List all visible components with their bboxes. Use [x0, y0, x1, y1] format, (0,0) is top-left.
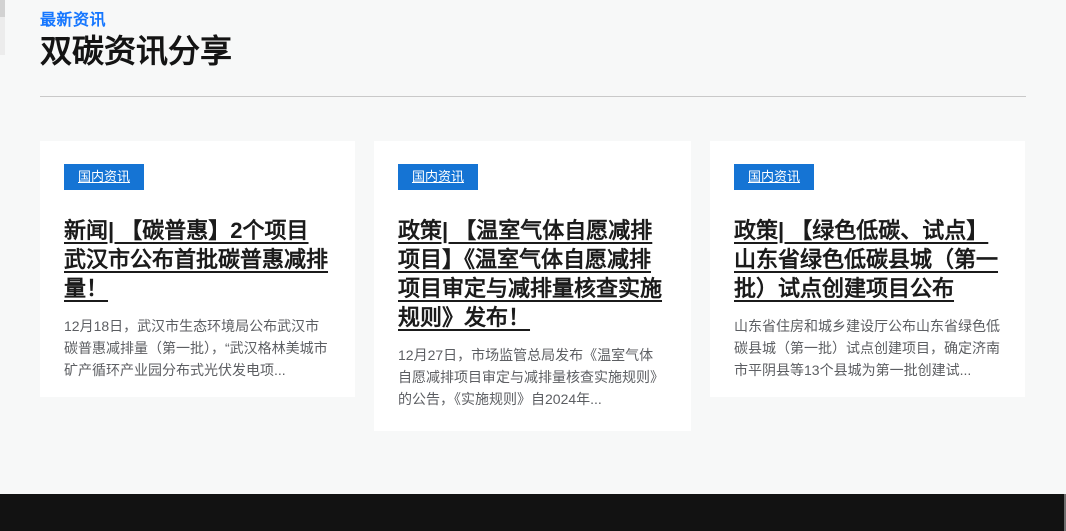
header-divider	[40, 96, 1026, 97]
category-badge[interactable]: 国内资讯	[64, 164, 144, 190]
scrollbar-thumb[interactable]	[0, 0, 5, 17]
article-excerpt: 山东省住房和城乡建设厅公布山东省绿色低碳县城（第一批）试点创建项目，确定济南市平…	[734, 315, 1001, 381]
article-excerpt: 12月27日，市场监管总局发布《温室气体自愿减排项目审定与减排量核查实施规则》的…	[398, 344, 667, 410]
footer-bar	[0, 494, 1066, 531]
news-card[interactable]: 国内资讯 政策| 【温室气体自愿减排项目】《温室气体自愿减排项目审定与减排量核查…	[374, 141, 691, 431]
article-excerpt: 12月18日，武汉市生态环境局公布武汉市碳普惠减排量（第一批），“武汉格林美城市…	[64, 315, 331, 381]
news-card[interactable]: 国内资讯 新闻| 【碳普惠】2个项目 武汉市公布首批碳普惠减排量！ 12月18日…	[40, 141, 355, 397]
scrollbar-track[interactable]	[0, 0, 5, 55]
article-title-link[interactable]: 政策| 【温室气体自愿减排项目】《温室气体自愿减排项目审定与减排量核查实施规则》…	[398, 216, 667, 332]
article-title-link[interactable]: 新闻| 【碳普惠】2个项目 武汉市公布首批碳普惠减排量！	[64, 216, 331, 303]
article-title-link[interactable]: 政策| 【绿色低碳、试点】 山东省绿色低碳县城（第一批）试点创建项目公布	[734, 216, 1001, 303]
category-badge[interactable]: 国内资讯	[398, 164, 478, 190]
news-card[interactable]: 国内资讯 政策| 【绿色低碳、试点】 山东省绿色低碳县城（第一批）试点创建项目公…	[710, 141, 1025, 397]
category-badge[interactable]: 国内资讯	[734, 164, 814, 190]
news-card-list: 国内资讯 新闻| 【碳普惠】2个项目 武汉市公布首批碳普惠减排量！ 12月18日…	[40, 141, 1026, 431]
page-title: 双碳资讯分享	[40, 26, 232, 72]
